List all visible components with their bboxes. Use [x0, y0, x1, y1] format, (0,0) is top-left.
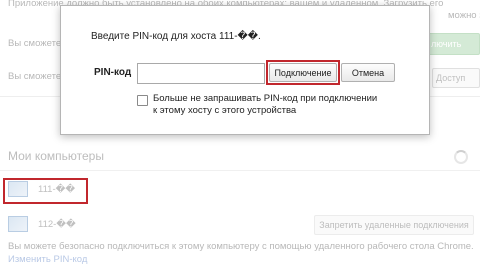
loading-spinner-icon	[454, 150, 468, 164]
footer-text: Вы можете безопасно подключиться к этому…	[8, 240, 478, 266]
remote-assistance-text: Вы сможете	[8, 38, 62, 49]
access-button[interactable]: Доступ	[432, 68, 480, 88]
footer-description: Вы можете безопасно подключиться к этому…	[8, 241, 474, 252]
connect-button[interactable]: Подключение	[269, 63, 337, 82]
host-highlight-box	[3, 178, 88, 204]
remember-pin-checkbox[interactable]	[137, 95, 148, 106]
pin-label: PIN-код	[94, 67, 132, 78]
computer-icon	[8, 216, 28, 232]
pin-input[interactable]	[137, 63, 265, 84]
change-pin-link[interactable]: Изменить PIN-код	[8, 254, 87, 265]
revoke-remote-connections-button[interactable]: Запретить удаленные подключения	[314, 215, 474, 235]
install-notice-continued: можно за	[448, 10, 480, 21]
pin-dialog: Введите PIN-код для хоста 111-��. PIN-ко…	[60, 5, 430, 135]
enable-button[interactable]: лючить	[428, 33, 480, 55]
my-computers-title: Мои компьютеры	[8, 149, 104, 163]
remote-access-text: Вы сможете	[8, 71, 62, 82]
dialog-title: Введите PIN-код для хоста 111-��.	[91, 31, 261, 42]
remember-pin-label: Больше не запрашивать PIN-код при подклю…	[153, 93, 378, 116]
cancel-button[interactable]: Отмена	[341, 63, 395, 82]
divider	[0, 170, 480, 171]
host-name: 112-��	[38, 219, 76, 230]
